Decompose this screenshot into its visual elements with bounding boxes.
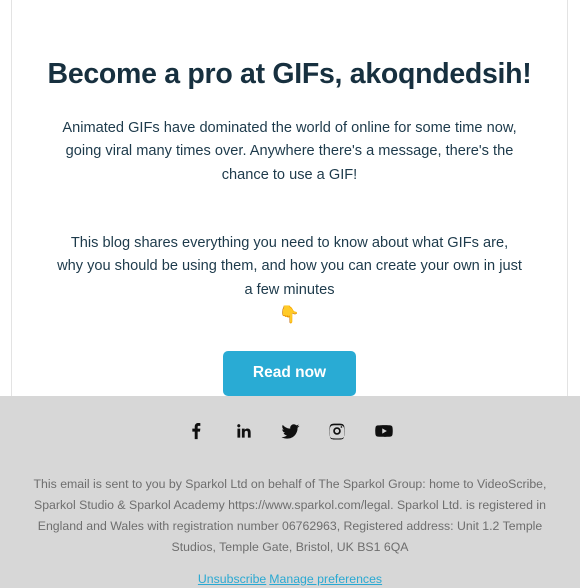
- youtube-icon[interactable]: [371, 418, 397, 444]
- email-footer: This email is sent to you by Sparkol Ltd…: [0, 396, 580, 588]
- unsubscribe-link[interactable]: Unsubscribe: [198, 572, 266, 586]
- intro-paragraph: Animated GIFs have dominated the world o…: [62, 119, 517, 184]
- page-title: Become a pro at GIFs, akoqndedsih!: [47, 58, 532, 90]
- cta-container: Read now: [12, 325, 567, 396]
- linkedin-icon[interactable]: [230, 418, 256, 444]
- manage-preferences-link[interactable]: Manage preferences: [269, 572, 382, 586]
- blog-description-paragraph: This blog shares everything you need to …: [57, 234, 522, 298]
- footer-links-row: Unsubscribe Manage preferences: [0, 559, 580, 588]
- facebook-icon[interactable]: [183, 418, 209, 444]
- instagram-icon[interactable]: [324, 418, 350, 444]
- twitter-icon[interactable]: [277, 418, 303, 444]
- footer-legal-text: This email is sent to you by Sparkol Ltd…: [0, 444, 580, 559]
- pointing-down-hand-icon: 👇: [278, 304, 301, 324]
- email-content-card: Become a pro at GIFs, akoqndedsih! Anima…: [11, 0, 568, 396]
- email-body: Become a pro at GIFs, akoqndedsih! Anima…: [0, 0, 580, 588]
- read-now-button[interactable]: Read now: [222, 351, 357, 396]
- footer-legal-line-1: This email is sent to you by Sparkol Ltd…: [33, 477, 474, 491]
- social-links-row: [0, 396, 580, 444]
